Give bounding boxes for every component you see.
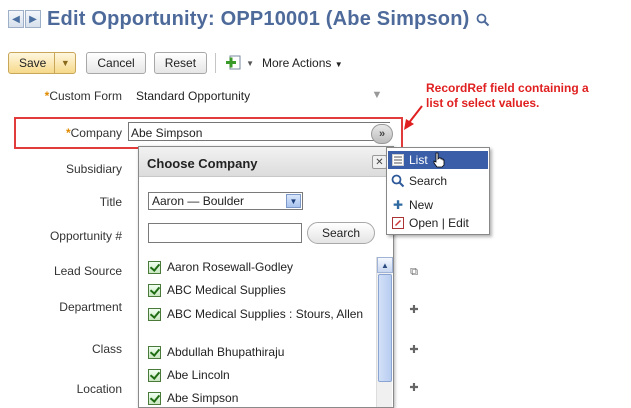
location-label: Location	[76, 382, 122, 396]
check-icon	[148, 261, 161, 274]
save-dropdown-icon[interactable]: ▼	[55, 53, 75, 73]
search-input[interactable]	[148, 223, 302, 243]
check-icon	[148, 346, 161, 359]
chevron-down-icon[interactable]: ▼	[286, 194, 301, 208]
more-actions-menu[interactable]: More Actions ▼	[262, 56, 343, 70]
list-item-label[interactable]: Abe Lincoln	[167, 368, 230, 383]
annotation-text: RecordRef field containing a list of sel…	[426, 81, 589, 111]
check-icon	[148, 308, 161, 321]
opportunity-label: Opportunity #	[49, 229, 122, 243]
list-item-label[interactable]: Abe Simpson	[167, 391, 238, 406]
menu-item-label: Search	[409, 174, 448, 188]
reset-button[interactable]: Reset	[153, 52, 208, 74]
plus-icon[interactable]: ✚	[407, 380, 421, 394]
more-actions-label[interactable]: More Actions	[262, 56, 331, 70]
menu-item-label: New	[409, 198, 434, 212]
plus-icon[interactable]: ✚	[407, 342, 421, 356]
add-dropdown-icon[interactable]: ▼	[246, 59, 254, 68]
close-icon[interactable]: ✕	[372, 155, 387, 169]
cancel-button[interactable]: Cancel	[86, 52, 146, 74]
search-icon	[391, 174, 405, 188]
company-value[interactable]: Abe Simpson	[131, 126, 202, 140]
menu-item-label: Open | Edit	[409, 216, 469, 230]
subsidiary-label: Subsidiary	[65, 162, 122, 176]
custom-form-dropdown-icon[interactable]: ▼	[366, 86, 388, 104]
list-icon	[391, 153, 405, 167]
open-edit-icon	[391, 216, 405, 230]
back-arrow-icon[interactable]: ◀	[8, 10, 24, 28]
open-edit-icon[interactable]: ⧉	[407, 265, 421, 279]
scroll-up-icon[interactable]: ▲	[377, 257, 393, 273]
list-item-label[interactable]: Abdullah Bhupathiraju	[167, 345, 284, 360]
check-icon	[148, 392, 161, 405]
menu-item-open-edit[interactable]: Open | Edit	[388, 214, 488, 232]
filter-select-value: Aaron — Boulder	[152, 194, 245, 208]
company-label: *Company	[65, 126, 122, 140]
list-item[interactable]: Abe Lincoln	[148, 368, 370, 383]
plus-icon: ✚	[392, 198, 404, 212]
department-label: Department	[59, 300, 122, 314]
double-arrow-icon[interactable]: »	[371, 124, 393, 144]
filter-select[interactable]: Aaron — Boulder ▼	[148, 192, 303, 210]
title-row: ◀ ▶ Edit Opportunity: OPP10001 (Abe Simp…	[8, 6, 490, 32]
list-item[interactable]: ABC Medical Supplies	[148, 283, 370, 298]
check-icon	[148, 284, 161, 297]
forward-arrow-icon[interactable]: ▶	[25, 10, 41, 28]
annotation-line-1: RecordRef field containing a	[426, 81, 589, 95]
menu-item-list[interactable]: List	[388, 151, 488, 169]
list-item-label[interactable]: ABC Medical Supplies	[167, 283, 286, 298]
choose-company-popup: Choose Company ✕ Aaron — Boulder ▼ Searc…	[138, 146, 394, 408]
custom-form-label: *Custom Form	[44, 89, 122, 103]
toolbar: Save ▼ Cancel Reset ▼ More Actions ▼	[8, 51, 343, 75]
list-item[interactable]: Abe Simpson	[148, 391, 370, 406]
menu-item-label: List	[409, 153, 428, 167]
hand-cursor-icon	[433, 152, 445, 168]
search-icon[interactable]	[476, 13, 490, 27]
lead-source-label: Lead Source	[53, 264, 122, 278]
list-item-label[interactable]: Aaron Rosewall-Godley	[167, 260, 293, 275]
menu-item-search[interactable]: Search	[388, 172, 488, 190]
list-item[interactable]: ABC Medical Supplies : Stours, Allen	[148, 307, 370, 322]
check-icon	[148, 369, 161, 382]
save-label[interactable]: Save	[9, 53, 56, 73]
plus-icon[interactable]: ✚	[407, 302, 421, 316]
list-item[interactable]: Abdullah Bhupathiraju	[148, 345, 370, 360]
annotation-arrow	[404, 105, 423, 130]
annotation-line-2: list of select values.	[426, 96, 540, 110]
class-label: Class	[91, 342, 122, 356]
scroll-thumb[interactable]	[378, 274, 392, 382]
toolbar-divider	[215, 53, 217, 73]
list-item-label[interactable]: ABC Medical Supplies : Stours, Allen	[167, 307, 363, 322]
field-context-menu: List Search ✚ New Open | Edit	[386, 147, 490, 235]
list-item[interactable]: Aaron Rosewall-Godley	[148, 260, 370, 275]
save-button[interactable]: Save ▼	[8, 52, 77, 74]
search-button[interactable]: Search	[307, 222, 375, 244]
popup-title: Choose Company	[147, 156, 258, 171]
menu-item-new[interactable]: ✚ New	[388, 196, 488, 214]
custom-form-value[interactable]: Standard Opportunity	[136, 89, 250, 103]
page-title: Edit Opportunity: OPP10001 (Abe Simpson)	[47, 7, 470, 30]
add-record-icon[interactable]	[224, 53, 244, 73]
title-label: Title	[99, 195, 122, 209]
list-scrollbar[interactable]: ▲	[376, 257, 393, 407]
